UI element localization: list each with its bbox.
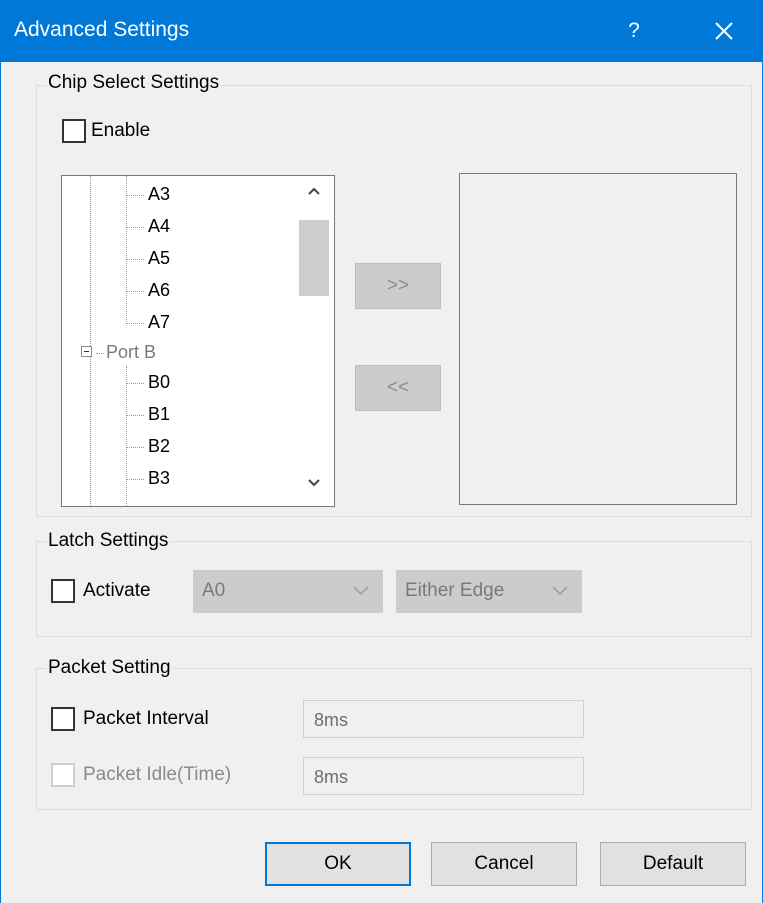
tree-connector bbox=[126, 366, 127, 506]
tree-item-b0[interactable]: B0 bbox=[146, 372, 173, 393]
packet-idle-field[interactable]: 8ms bbox=[303, 757, 584, 795]
latch-edge-select[interactable]: Either Edge bbox=[396, 570, 582, 613]
enable-label: Enable bbox=[91, 120, 151, 141]
title-bar[interactable]: Advanced Settings ? bbox=[1, 0, 763, 62]
latch-group-label: Latch Settings bbox=[46, 530, 171, 552]
tree-connector bbox=[126, 195, 144, 196]
tree-connector bbox=[126, 259, 144, 260]
tree-item-a4[interactable]: A4 bbox=[146, 216, 173, 237]
scroll-down-icon[interactable] bbox=[299, 476, 329, 493]
enable-checkbox[interactable] bbox=[62, 119, 86, 143]
packet-idle-checkbox[interactable] bbox=[51, 763, 75, 787]
tree-item-a5[interactable]: A5 bbox=[146, 248, 173, 269]
help-button[interactable]: ? bbox=[611, 8, 657, 54]
tree-connector bbox=[126, 323, 144, 324]
tree-item-b2[interactable]: B2 bbox=[146, 436, 173, 457]
activate-checkbox[interactable] bbox=[51, 579, 75, 603]
chevron-down-icon bbox=[353, 586, 369, 596]
tree-item-b1[interactable]: B1 bbox=[146, 404, 173, 425]
move-left-button[interactable]: << bbox=[355, 365, 441, 411]
ok-button[interactable]: OK bbox=[265, 842, 411, 886]
collapse-icon[interactable] bbox=[81, 346, 92, 357]
chip-select-group-label: Chip Select Settings bbox=[46, 72, 222, 94]
tree-connector bbox=[96, 353, 104, 354]
tree-item-b3[interactable]: B3 bbox=[146, 468, 173, 489]
packet-interval-field[interactable]: 8ms bbox=[303, 700, 584, 738]
latch-pin-select[interactable]: A0 bbox=[193, 570, 383, 613]
pin-tree-view[interactable]: A3 A4 A5 A6 A7 Port B B0 B1 B2 B3 bbox=[61, 175, 335, 507]
tree-connector bbox=[90, 176, 91, 506]
tree-connector bbox=[126, 479, 144, 480]
activate-label: Activate bbox=[83, 580, 151, 601]
tree-connector bbox=[126, 227, 144, 228]
packet-group-label: Packet Setting bbox=[46, 657, 173, 679]
tree-connector bbox=[126, 176, 127, 324]
close-button[interactable] bbox=[701, 8, 747, 54]
window-title: Advanced Settings bbox=[14, 18, 190, 41]
packet-interval-checkbox[interactable] bbox=[51, 707, 75, 731]
selected-pins-list[interactable] bbox=[459, 173, 737, 505]
default-button[interactable]: Default bbox=[600, 842, 746, 886]
tree-connector bbox=[126, 415, 144, 416]
scroll-up-icon[interactable] bbox=[299, 184, 329, 201]
packet-interval-label: Packet Interval bbox=[83, 708, 209, 729]
tree-item-port-b[interactable]: Port B bbox=[104, 342, 159, 363]
tree-item-a7[interactable]: A7 bbox=[146, 312, 173, 333]
move-right-button[interactable]: >> bbox=[355, 263, 441, 309]
tree-connector bbox=[126, 291, 144, 292]
tree-item-a6[interactable]: A6 bbox=[146, 280, 173, 301]
chevron-down-icon bbox=[552, 586, 568, 596]
cancel-button[interactable]: Cancel bbox=[431, 842, 577, 886]
tree-connector bbox=[126, 383, 144, 384]
tree-connector bbox=[126, 447, 144, 448]
close-icon bbox=[715, 22, 733, 40]
packet-idle-label: Packet Idle(Time) bbox=[83, 764, 232, 785]
advanced-settings-dialog: Advanced Settings ? Chip Select Settings… bbox=[0, 0, 763, 903]
tree-scroll-thumb[interactable] bbox=[299, 220, 329, 296]
tree-item-a3[interactable]: A3 bbox=[146, 184, 173, 205]
